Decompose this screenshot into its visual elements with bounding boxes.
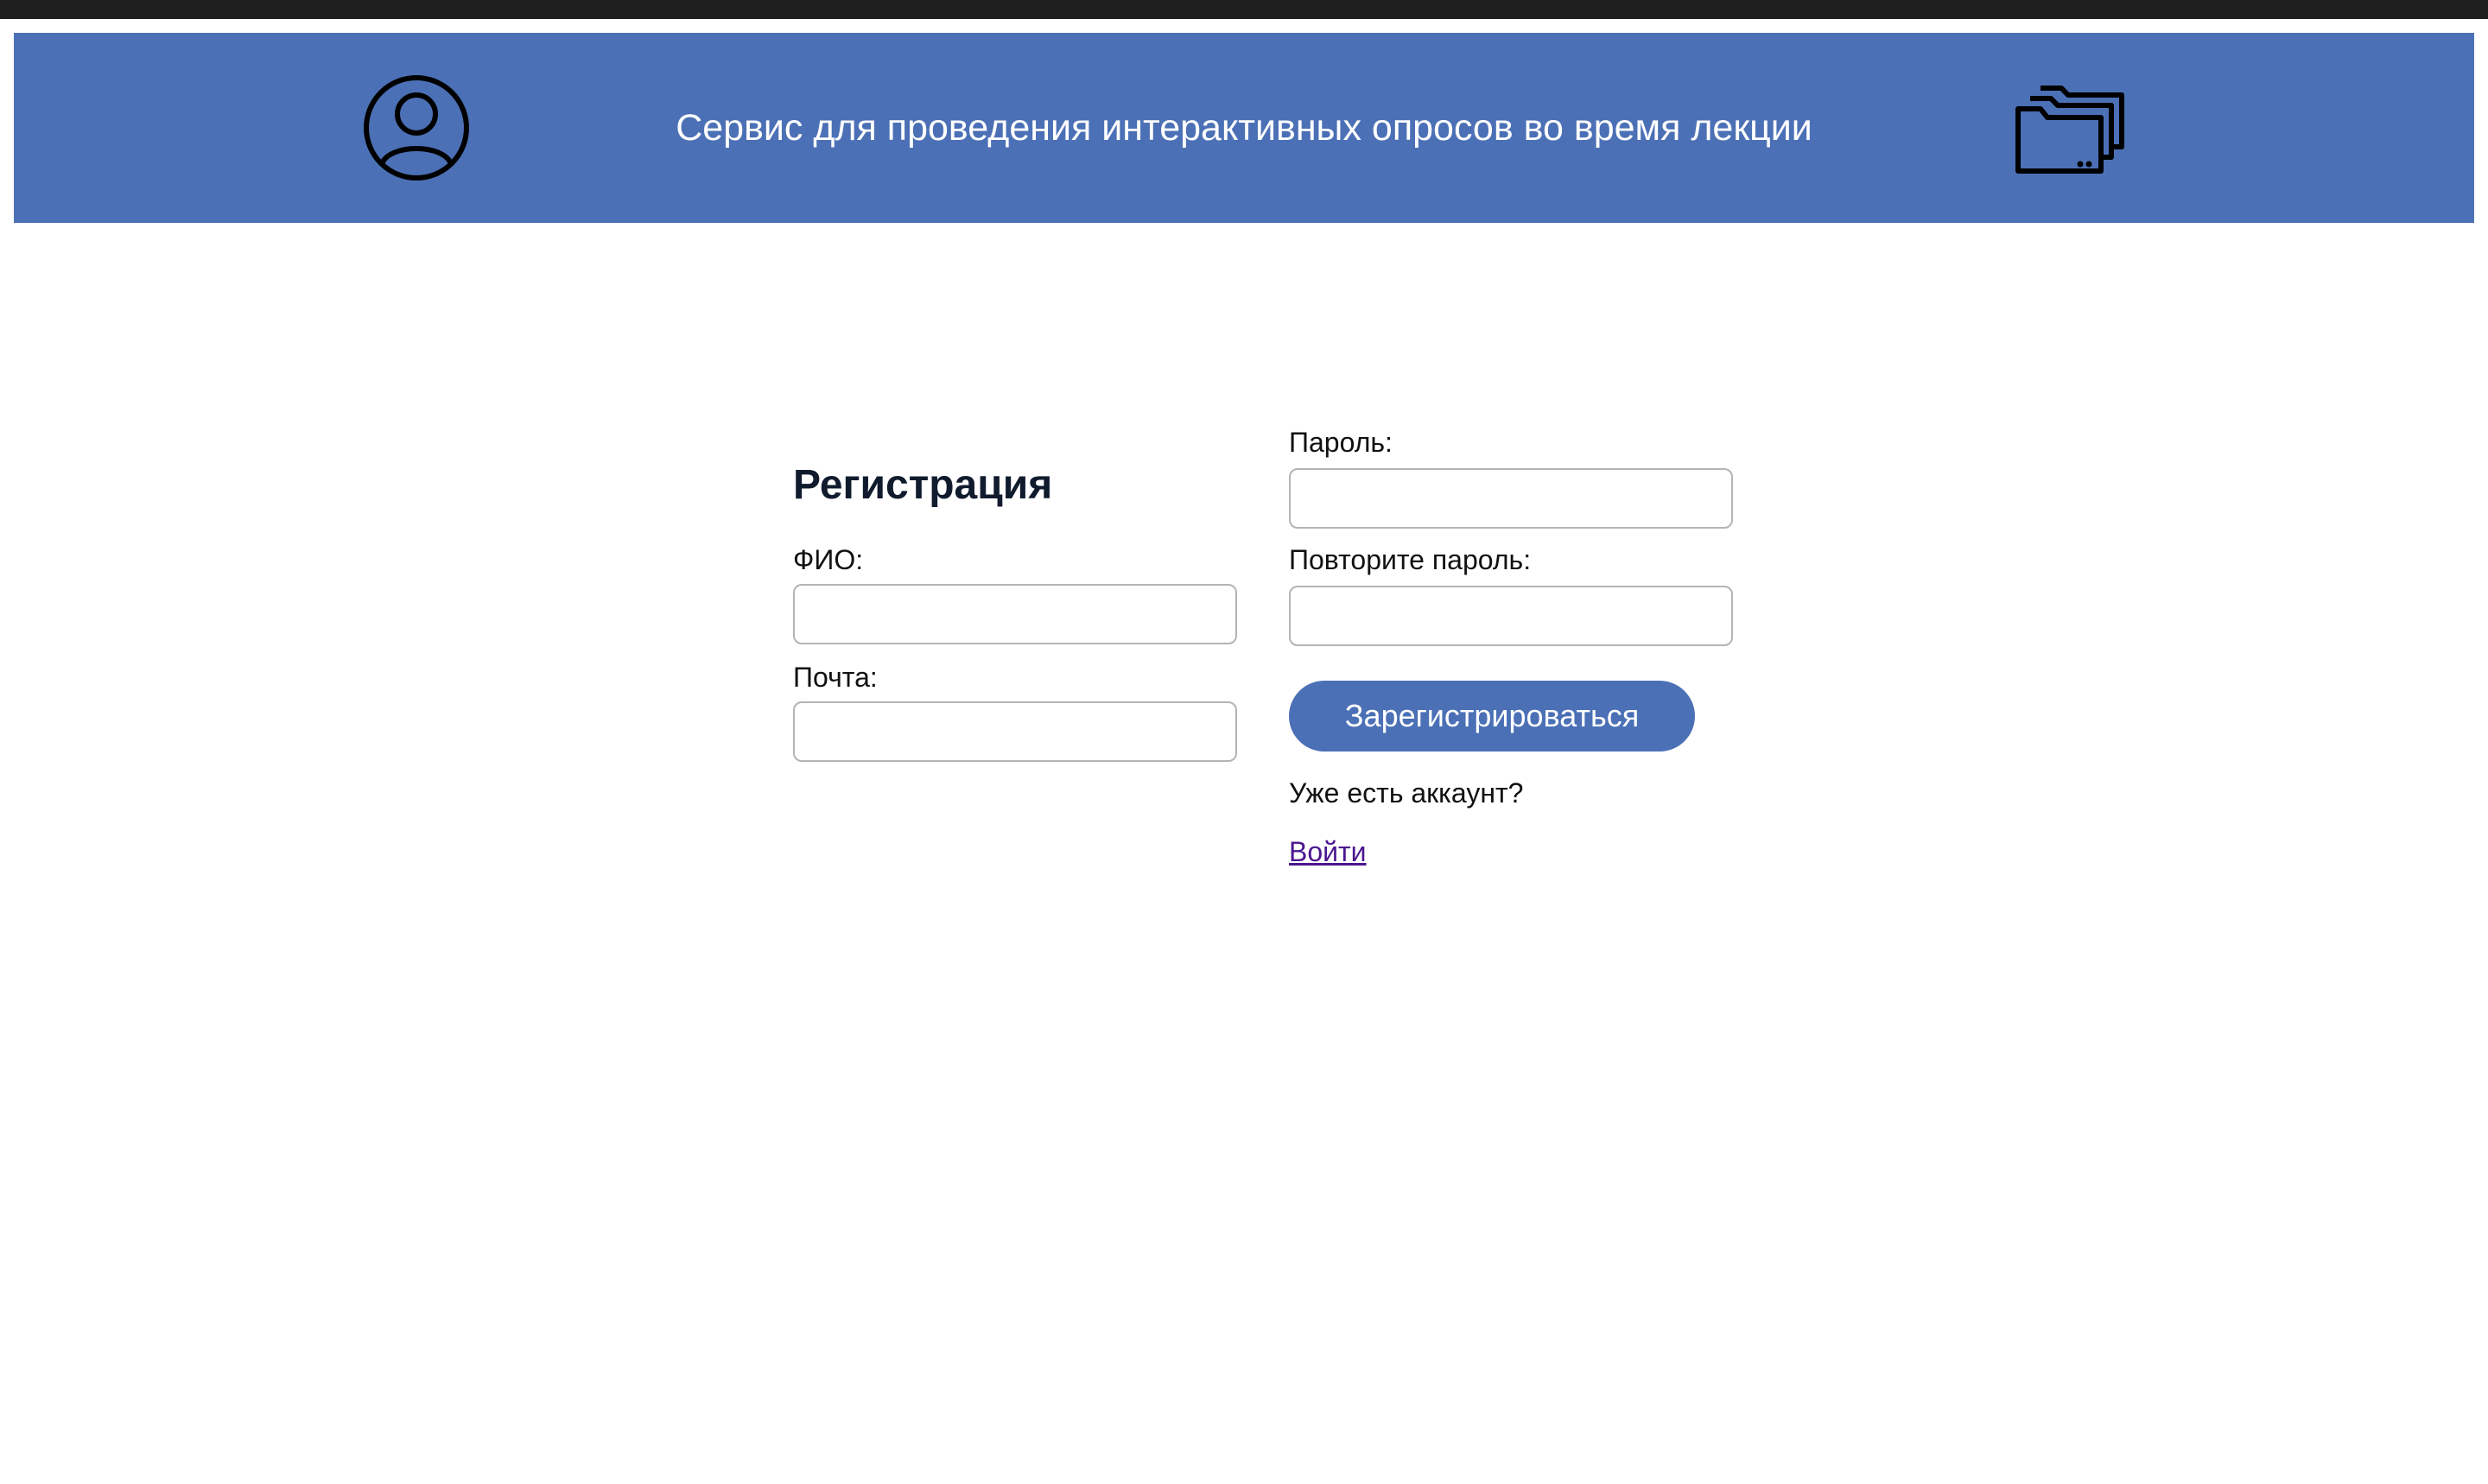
email-input[interactable]: [793, 701, 1237, 762]
page-title: Регистрация: [793, 462, 1053, 508]
password-input[interactable]: [1289, 468, 1733, 529]
browser-top-bar: [0, 0, 2488, 19]
full-name-input[interactable]: [793, 584, 1237, 644]
repeat-password-label: Повторите пароль:: [1289, 544, 1532, 575]
have-account-text: Уже есть аккаунт?: [1289, 777, 1524, 809]
repeat-password-input[interactable]: [1289, 586, 1733, 646]
login-link[interactable]: Войти: [1289, 834, 1367, 869]
header-title: Сервис для проведения интерактивных опро…: [676, 107, 1812, 149]
email-label: Почта:: [793, 662, 878, 693]
register-button[interactable]: Зарегистрироваться: [1289, 681, 1695, 752]
folders-icon[interactable]: [2015, 81, 2127, 178]
user-circle-icon[interactable]: [363, 74, 470, 181]
password-label: Пароль:: [1289, 427, 1393, 458]
full-name-label: ФИО:: [793, 544, 864, 575]
